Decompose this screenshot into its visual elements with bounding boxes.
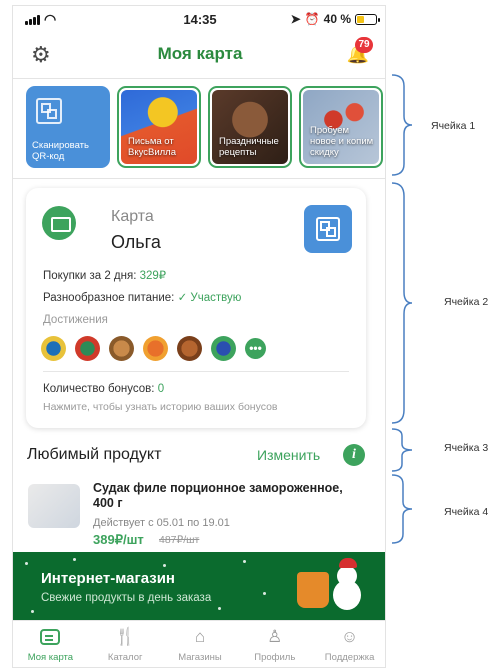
product-name[interactable]: Судак филе порционное замороженное, 400 …	[93, 481, 363, 511]
story-scan-qr[interactable]: Сканировать QR-код	[26, 86, 110, 168]
story-label: Письма от ВкусВилла	[128, 136, 177, 158]
purchases-row: Покупки за 2 дня: 329₽	[43, 268, 166, 282]
product-price: 389₽/шт	[93, 532, 144, 547]
qr-code-icon	[36, 98, 62, 124]
story-image: Пробуем новое и копим скидку	[303, 90, 379, 164]
card-divider	[43, 371, 349, 372]
story-label: Пробуем новое и копим скидку	[310, 125, 374, 158]
card-tab-icon	[40, 629, 61, 645]
purchases-value: 329₽	[139, 270, 167, 282]
status-bar: ◠ 14:35 ➤ ⏰ 40 %	[13, 6, 385, 30]
tab-support[interactable]: ☺ Поддержка	[312, 621, 385, 667]
alarm-icon: ⏰	[304, 12, 320, 26]
card-owner-name: Ольга	[111, 232, 161, 252]
stories-divider	[13, 178, 385, 179]
header-divider	[13, 78, 385, 79]
support-icon: ☺	[340, 627, 359, 646]
annotation-label-3: Ячейка 3	[444, 442, 489, 454]
battery-percent: 40 %	[323, 12, 351, 26]
achievement-globe-icon[interactable]	[75, 336, 100, 361]
bonuses-value: 0	[157, 383, 165, 395]
change-favorite-link[interactable]: Изменить	[257, 447, 320, 463]
achievements-list[interactable]: •••	[41, 336, 266, 361]
product-image[interactable]	[28, 484, 80, 528]
loyalty-card[interactable]: Карта Ольга Покупки за 2 дня: 329₽ Разно…	[26, 188, 366, 428]
story-recipes[interactable]: Праздничные рецепты	[208, 86, 292, 168]
online-store-banner[interactable]: Интернет-магазин Свежие продукты в день …	[13, 552, 385, 620]
annotation-brace-1	[390, 74, 412, 176]
tab-profile[interactable]: ♙ Профиль	[237, 621, 312, 667]
annotation-brace-4	[390, 474, 412, 544]
phone-screen: ◠ 14:35 ➤ ⏰ 40 % ⚙ Моя карта 🔔 79 Сканир…	[12, 5, 386, 668]
purchases-label: Покупки за 2 дня:	[43, 270, 137, 282]
story-letters[interactable]: Письма от ВкусВилла	[117, 86, 201, 168]
annotation-label-2: Ячейка 2	[444, 296, 489, 308]
store-icon: ⌂	[194, 627, 206, 646]
battery-icon	[355, 13, 380, 25]
notification-badge: 79	[355, 37, 373, 53]
cutlery-icon: 🍴	[114, 627, 136, 646]
tab-bar: Моя карта 🍴 Каталог ⌂ Магазины ♙ Профиль…	[13, 620, 385, 667]
achievements-label: Достижения	[43, 314, 108, 326]
app-header: ⚙ Моя карта 🔔 79	[13, 32, 385, 76]
diet-row[interactable]: Разнообразное питание: ✓ Участвую	[43, 290, 241, 304]
achievement-bird-icon[interactable]	[211, 336, 236, 361]
banner-title: Интернет-магазин	[41, 570, 175, 587]
achievement-penguin-icon[interactable]	[41, 336, 66, 361]
story-new-products[interactable]: Пробуем новое и копим скидку	[299, 86, 383, 168]
bonuses-row[interactable]: Количество бонусов: 0	[43, 383, 164, 395]
location-icon: ➤	[290, 12, 301, 26]
stories-row: Сканировать QR-код Письма от ВкусВилла П…	[26, 86, 383, 168]
product-validity: Действует с 05.01 по 19.01	[93, 517, 230, 529]
qr-code-icon	[316, 217, 340, 241]
banner-subtitle: Свежие продукты в день заказа	[41, 592, 212, 604]
story-label: Праздничные рецепты	[219, 136, 279, 158]
achievement-dog-icon[interactable]	[109, 336, 134, 361]
tab-label: Магазины	[178, 652, 222, 663]
story-image: Письма от ВкусВилла	[121, 90, 197, 164]
tab-catalog[interactable]: 🍴 Каталог	[88, 621, 163, 667]
show-qr-button[interactable]	[304, 205, 352, 253]
achievement-gingerbread-icon[interactable]	[177, 336, 202, 361]
story-label: Сканировать QR-код	[32, 140, 89, 162]
favorite-product-title: Любимый продукт	[27, 446, 162, 463]
bonuses-hint[interactable]: Нажмите, чтобы узнать историю ваших бону…	[43, 401, 278, 413]
tab-label: Моя карта	[27, 652, 74, 663]
achievement-fox-icon[interactable]	[143, 336, 168, 361]
tab-label: Профиль	[254, 652, 296, 663]
annotation-brace-3	[390, 428, 412, 472]
annotation-label-1: Ячейка 1	[431, 120, 476, 132]
card-icon	[42, 206, 76, 240]
more-achievements-icon[interactable]: •••	[245, 338, 266, 359]
user-icon: ♙	[267, 627, 283, 646]
diet-label: Разнообразное питание:	[43, 292, 175, 304]
tab-label: Каталог	[107, 652, 143, 663]
product-old-price: 487₽/шт	[159, 534, 200, 546]
tab-my-card[interactable]: Моя карта	[13, 621, 88, 667]
info-icon[interactable]: i	[343, 444, 365, 466]
card-type-label: Карта	[111, 208, 154, 225]
story-image: Праздничные рецепты	[212, 90, 288, 164]
bonuses-label: Количество бонусов:	[43, 383, 155, 395]
snowman-icon	[325, 558, 365, 616]
annotation-brace-2	[390, 182, 412, 424]
tab-stores[interactable]: ⌂ Магазины	[163, 621, 238, 667]
annotation-label-4: Ячейка 4	[444, 506, 489, 518]
diet-status: ✓ Участвую	[177, 292, 242, 304]
tab-label: Поддержка	[324, 652, 375, 663]
page-title: Моя карта	[157, 44, 243, 63]
